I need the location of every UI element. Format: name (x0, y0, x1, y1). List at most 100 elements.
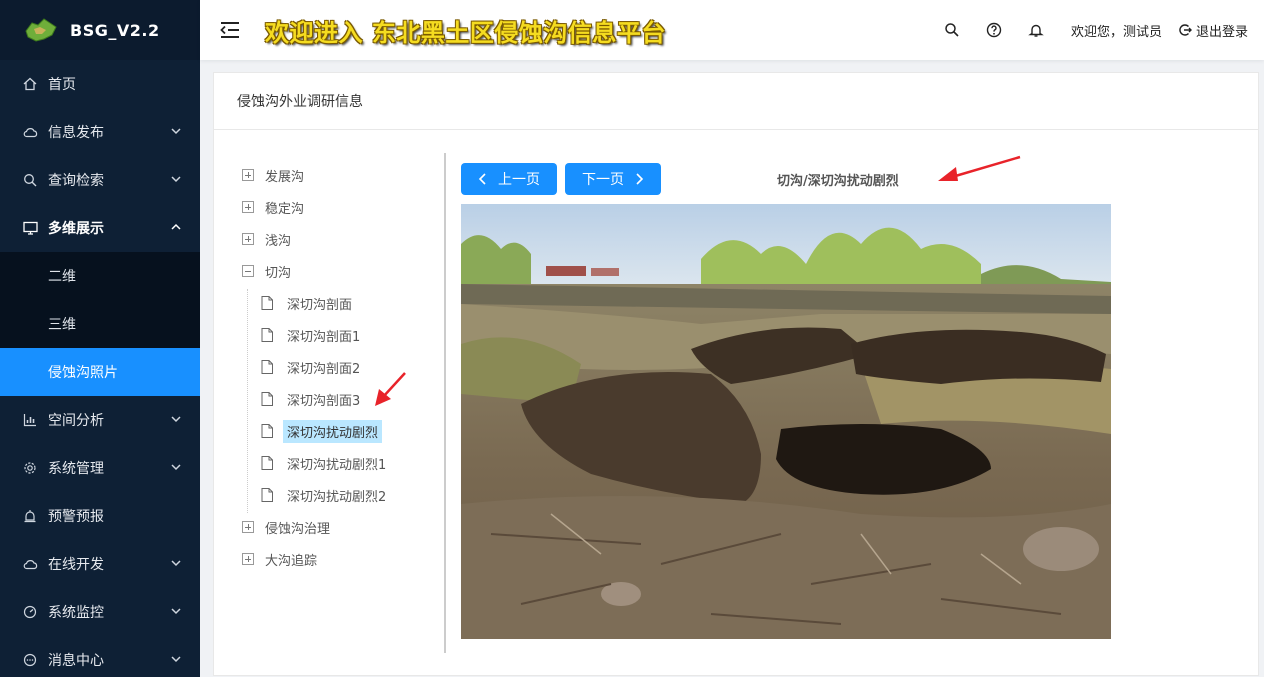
sidebar-item-label: 空间分析 (48, 413, 104, 429)
submenu-item-label: 侵蚀沟照片 (48, 365, 118, 381)
annotation-arrow-tree (375, 372, 406, 406)
tree-leaf-label: 深切沟剖面3 (287, 393, 361, 409)
file-icon (261, 456, 273, 470)
chevron-down-icon (171, 176, 181, 183)
sidebar-item-label: 系统管理 (48, 461, 104, 477)
top-header: 欢迎进入 东北黑土区侵蚀沟信息平台 欢迎您，测试员 退出登录 (200, 0, 1264, 60)
logo[interactable]: BSG_V2.2 (0, 0, 200, 60)
chevron-up-icon (171, 223, 181, 230)
sidebar-item-label: 预警预报 (48, 509, 104, 525)
submenu-item-2d[interactable]: 二维 (0, 252, 200, 300)
logout-icon (1179, 24, 1192, 36)
chevron-down-icon (171, 608, 181, 615)
tree-node[interactable]: 大沟追踪 (242, 543, 432, 575)
tree-node-label: 浅沟 (265, 233, 292, 249)
sidebar-item-label: 消息中心 (48, 653, 104, 669)
bar-chart-icon (22, 412, 38, 428)
next-page-label: 下一页 (582, 172, 624, 188)
sidebar-item-monitor[interactable]: 系统监控 (0, 588, 200, 636)
tree-leaf-label: 深切沟扰动剧烈2 (287, 489, 387, 505)
alarm-icon (22, 508, 38, 524)
tree-leaf[interactable]: 深切沟扰动剧烈1 (242, 447, 432, 479)
chevron-down-icon (171, 128, 181, 135)
gully-photo (461, 204, 1111, 639)
sidebar-item-query[interactable]: 查询检索 (0, 156, 200, 204)
chevron-down-icon (171, 464, 181, 471)
submenu-item-label: 三维 (48, 317, 76, 333)
tree-node[interactable]: 浅沟 (242, 223, 432, 255)
next-page-button[interactable]: 下一页 (565, 163, 661, 195)
submenu-item-gully-photos[interactable]: 侵蚀沟照片 (0, 348, 200, 396)
sidebar-item-messages[interactable]: 消息中心 (0, 636, 200, 677)
panel-divider (444, 153, 446, 653)
tree-node-label: 切沟 (265, 265, 292, 281)
category-tree: 发展沟 稳定沟 浅沟 切沟 深切沟剖面 深切沟剖面1 深切沟剖面2 深切沟剖面3… (242, 159, 432, 575)
tree-node-label: 发展沟 (265, 169, 305, 185)
logo-icon (25, 18, 57, 42)
expand-icon[interactable] (242, 233, 254, 245)
sidebar-item-online-dev[interactable]: 在线开发 (0, 540, 200, 588)
sidebar-item-info-publish[interactable]: 信息发布 (0, 108, 200, 156)
chevron-down-icon (171, 560, 181, 567)
file-icon (261, 296, 273, 310)
tree-node[interactable]: 侵蚀沟治理 (242, 511, 432, 543)
sidebar-item-label: 多维展示 (48, 221, 104, 237)
sidebar-item-home[interactable]: 首页 (0, 60, 200, 108)
tree-node[interactable]: 稳定沟 (242, 191, 432, 223)
sidebar-item-spatial-analysis[interactable]: 空间分析 (0, 396, 200, 444)
collapse-icon[interactable] (242, 265, 254, 277)
tree-leaf-label: 深切沟剖面2 (287, 361, 361, 377)
logout-label: 退出登录 (1195, 24, 1248, 40)
file-icon (261, 360, 273, 374)
search-icon[interactable] (944, 22, 960, 38)
tree-leaf-label: 深切沟剖面1 (287, 329, 361, 345)
sidebar-item-warning[interactable]: 预警预报 (0, 492, 200, 540)
tree-leaf[interactable]: 深切沟剖面 (242, 287, 432, 319)
file-icon (261, 424, 273, 438)
file-icon (261, 488, 273, 502)
expand-icon[interactable] (242, 169, 254, 181)
tree-leaf[interactable]: 深切沟剖面1 (242, 319, 432, 351)
tree-leaf-label: 深切沟剖面 (287, 297, 353, 313)
gear-icon (22, 460, 38, 476)
menu-fold-icon[interactable] (219, 20, 241, 40)
submenu-item-label: 二维 (48, 269, 76, 285)
sidebar-item-system-admin[interactable]: 系统管理 (0, 444, 200, 492)
home-icon (22, 76, 38, 92)
chevron-down-icon (171, 656, 181, 663)
search-icon (22, 172, 38, 188)
welcome-text: 欢迎您，测试员 (1070, 24, 1162, 40)
expand-icon[interactable] (242, 553, 254, 565)
cloud-icon (22, 556, 38, 572)
annotation-arrow-photo (938, 155, 1021, 181)
tree-node-label: 大沟追踪 (265, 553, 318, 569)
tree-leaf-label: 深切沟扰动剧烈 (283, 419, 383, 443)
content-card: 侵蚀沟外业调研信息 发展沟 稳定沟 浅沟 切沟 深切沟剖面 深切沟剖面1 深切沟… (213, 72, 1259, 676)
prev-page-label: 上一页 (498, 172, 540, 188)
logo-text: BSG_V2.2 (70, 20, 160, 40)
logout-button[interactable]: 退出登录 (1178, 21, 1248, 40)
message-icon (22, 652, 38, 668)
file-icon (261, 328, 273, 342)
header-actions: 欢迎您，测试员 退出登录 (931, 0, 1248, 60)
chevron-left-icon (478, 173, 486, 185)
expand-icon[interactable] (242, 201, 254, 213)
cloud-icon (22, 124, 38, 140)
sidebar-item-label: 查询检索 (48, 173, 104, 189)
help-icon[interactable] (986, 22, 1002, 38)
bell-icon[interactable] (1028, 22, 1044, 38)
tree-leaf-selected[interactable]: 深切沟扰动剧烈 (242, 415, 432, 447)
tree-node-label: 稳定沟 (265, 201, 305, 217)
sidebar-item-label: 在线开发 (48, 557, 104, 573)
tree-leaf-label: 深切沟扰动剧烈1 (287, 457, 387, 473)
chevron-right-icon (636, 173, 644, 185)
tree-node[interactable]: 发展沟 (242, 159, 432, 191)
file-icon (261, 392, 273, 406)
submenu-item-3d[interactable]: 三维 (0, 300, 200, 348)
photo-title: 切沟/深切沟扰动剧烈 (777, 174, 899, 189)
tree-leaf[interactable]: 深切沟扰动剧烈2 (242, 479, 432, 511)
prev-page-button[interactable]: 上一页 (461, 163, 557, 195)
expand-icon[interactable] (242, 521, 254, 533)
sidebar-item-multi-display[interactable]: 多维展示 (0, 204, 200, 252)
tree-node[interactable]: 切沟 (242, 255, 432, 287)
